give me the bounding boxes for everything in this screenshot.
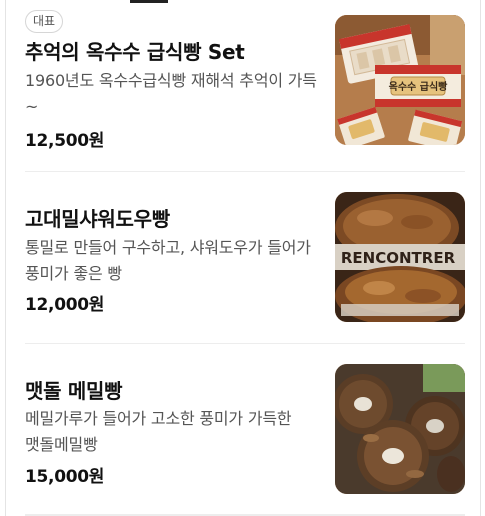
signature-badge: 대표 bbox=[25, 10, 64, 33]
menu-item-corn-bread-set[interactable]: 대표 추억의 옥수수 급식빵 Set 1960년도 옥수수급식빵 재해석 추억이… bbox=[25, 0, 465, 172]
menu-item-photo-corn-bread[interactable]: 옥수수 급식빵 bbox=[335, 15, 465, 145]
menu-list: 대표 추억의 옥수수 급식빵 Set 1960년도 옥수수급식빵 재해석 추억이… bbox=[25, 0, 465, 516]
corn-bread-photo: 옥수수 급식빵 bbox=[335, 15, 465, 145]
frame-border-right bbox=[480, 0, 481, 516]
menu-item-sourdough[interactable]: 고대밀샤워도우빵 통밀로 만들어 구수하고, 샤워도우가 들어가 풍미가 좋은 … bbox=[25, 172, 465, 344]
menu-item-buckwheat-bread[interactable]: 맷돌 메밀빵 메밀가루가 들어가 고소한 풍미가 가득한 맷돌메밀빵 15,00… bbox=[25, 344, 465, 516]
frame-border-left bbox=[5, 0, 6, 516]
menu-item-photo-buckwheat[interactable] bbox=[335, 364, 465, 494]
sourdough-photo: RENCONTRER bbox=[335, 192, 465, 322]
menu-item-title: 고대밀샤워도우빵 bbox=[25, 207, 170, 231]
menu-item-title: 맷돌 메밀빵 bbox=[25, 379, 123, 403]
menu-item-price: 15,000원 bbox=[25, 467, 105, 487]
bread-stamp-text: RENCONTRER bbox=[341, 249, 456, 267]
menu-item-price: 12,000원 bbox=[25, 295, 105, 315]
menu-item-price: 12,500원 bbox=[25, 131, 105, 151]
box-label: 옥수수 급식빵 bbox=[389, 80, 448, 93]
list-bottom-divider bbox=[25, 514, 465, 515]
menu-item-photo-sourdough[interactable]: RENCONTRER bbox=[335, 192, 465, 322]
menu-item-description: 메밀가루가 들어가 고소한 풍미가 가득한 맷돌메밀빵 bbox=[25, 409, 292, 454]
menu-item-description: 1960년도 옥수수급식빵 재해석 추억이 가득~ bbox=[25, 71, 317, 116]
buckwheat-bread-photo bbox=[335, 364, 465, 494]
menu-item-title: 추억의 옥수수 급식빵 Set bbox=[25, 40, 245, 64]
menu-page: 대표 추억의 옥수수 급식빵 Set 1960년도 옥수수급식빵 재해석 추억이… bbox=[0, 0, 485, 516]
menu-item-description: 통밀로 만들어 구수하고, 샤워도우가 들어가 풍미가 좋은 빵 bbox=[25, 238, 311, 283]
